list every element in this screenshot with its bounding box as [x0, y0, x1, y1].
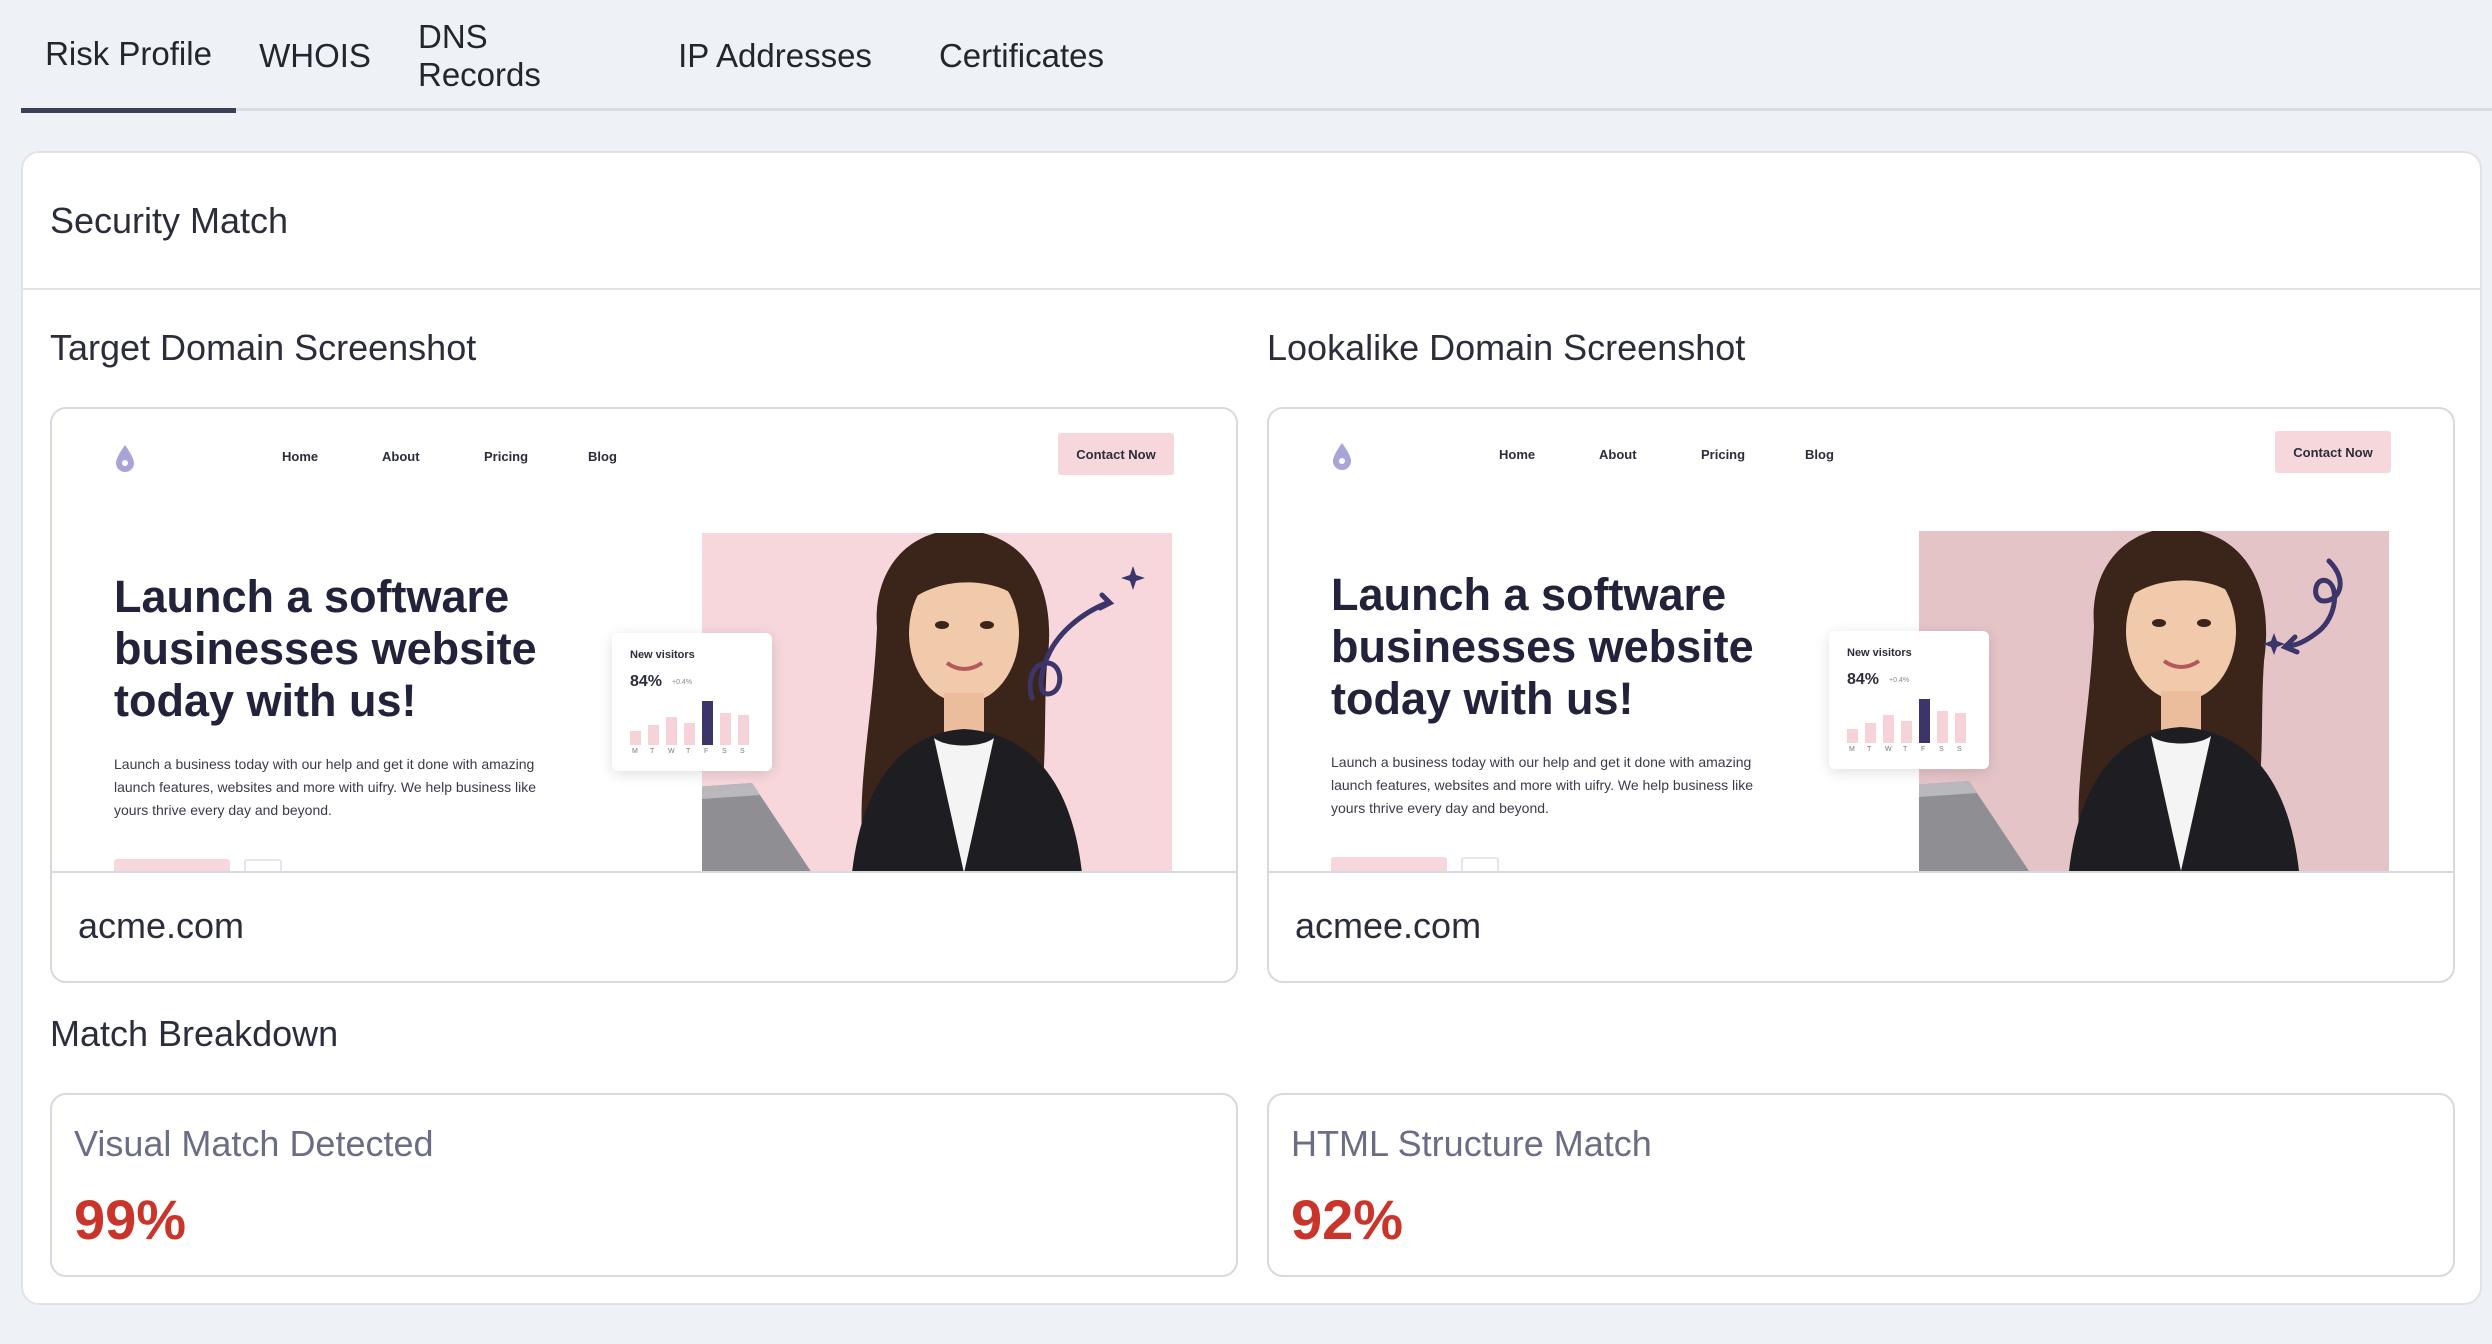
- tab-whois[interactable]: WHOIS: [259, 0, 371, 111]
- target-heading: Target Domain Screenshot: [50, 327, 477, 368]
- visitors-title: New visitors: [630, 649, 695, 661]
- site-logo-icon: [116, 445, 134, 472]
- site-primary-button: [1331, 857, 1447, 871]
- site-nav-pricing: Pricing: [1701, 447, 1746, 462]
- target-screenshot: Home About Pricing Blog Contact Now Laun…: [52, 409, 1236, 873]
- html-structure-match-value: 92%: [1291, 1188, 1404, 1251]
- visitors-widget: New visitors 84% +0.4% M T W T F S S: [1829, 631, 1989, 769]
- tab-bar: Risk Profile WHOIS DNS Records IP Addres…: [21, 0, 2492, 113]
- site-contact-button: Contact Now: [2275, 431, 2391, 473]
- site-nav-blog: Blog: [1805, 447, 1834, 462]
- card-title: Security Match: [23, 153, 2480, 290]
- hero-image: [1919, 531, 2389, 871]
- tab-certificates[interactable]: Certificates: [939, 0, 1104, 111]
- target-screenshot-card[interactable]: Home About Pricing Blog Contact Now Laun…: [50, 407, 1238, 983]
- lookalike-heading: Lookalike Domain Screenshot: [1267, 327, 1746, 368]
- lookalike-screenshot-card[interactable]: Home About Pricing Blog Contact Now Laun…: [1267, 407, 2455, 983]
- visitors-bars: [1847, 695, 1971, 743]
- site-nav-home: Home: [1499, 447, 1536, 462]
- tab-risk-profile[interactable]: Risk Profile: [21, 0, 236, 113]
- site-contact-button: Contact Now: [1058, 433, 1174, 475]
- site-secondary-button: [244, 859, 282, 871]
- site-nav-blog: Blog: [588, 449, 617, 464]
- tab-ip-addresses[interactable]: IP Addresses: [661, 0, 889, 111]
- visitors-title: New visitors: [1847, 647, 1912, 659]
- site-primary-button: [114, 859, 230, 871]
- site-nav-about: About: [1599, 447, 1637, 462]
- security-match-card: Security Match Target Domain Screenshot …: [21, 151, 2482, 1305]
- visual-match-card: Visual Match Detected 99%: [50, 1093, 1238, 1277]
- visitors-delta: +0.4%: [1889, 677, 1910, 684]
- site-nav-pricing: Pricing: [484, 449, 529, 464]
- target-domain-name: acme.com: [78, 905, 245, 946]
- visual-match-value: 99%: [74, 1188, 187, 1251]
- visitors-value: 84%: [630, 673, 663, 690]
- lookalike-domain-name: acmee.com: [1295, 905, 1482, 946]
- visual-match-label: Visual Match Detected: [74, 1123, 434, 1164]
- site-secondary-button: [1461, 857, 1499, 871]
- visitors-delta: +0.4%: [672, 679, 693, 686]
- lookalike-screenshot: Home About Pricing Blog Contact Now Laun…: [1269, 409, 2453, 873]
- html-structure-match-label: HTML Structure Match: [1291, 1123, 1652, 1164]
- hero-image: [702, 533, 1172, 871]
- site-nav-about: About: [382, 449, 420, 464]
- site-headline: Launch a software businesses website tod…: [114, 571, 537, 726]
- site-nav-home: Home: [282, 449, 319, 464]
- breakdown-heading: Match Breakdown: [50, 1013, 339, 1054]
- visitors-bars: [630, 697, 754, 745]
- html-structure-match-card: HTML Structure Match 92%: [1267, 1093, 2455, 1277]
- tab-dns-records[interactable]: DNS Records: [418, 0, 610, 111]
- visitors-value: 84%: [1847, 671, 1880, 688]
- site-logo-icon: [1333, 443, 1351, 470]
- site-headline: Launch a software businesses website tod…: [1331, 569, 1754, 724]
- visitors-widget: New visitors 84% +0.4% M T W T F S S: [612, 633, 772, 771]
- site-body: Launch a business today with our help an…: [114, 756, 537, 818]
- site-body: Launch a business today with our help an…: [1331, 754, 1754, 816]
